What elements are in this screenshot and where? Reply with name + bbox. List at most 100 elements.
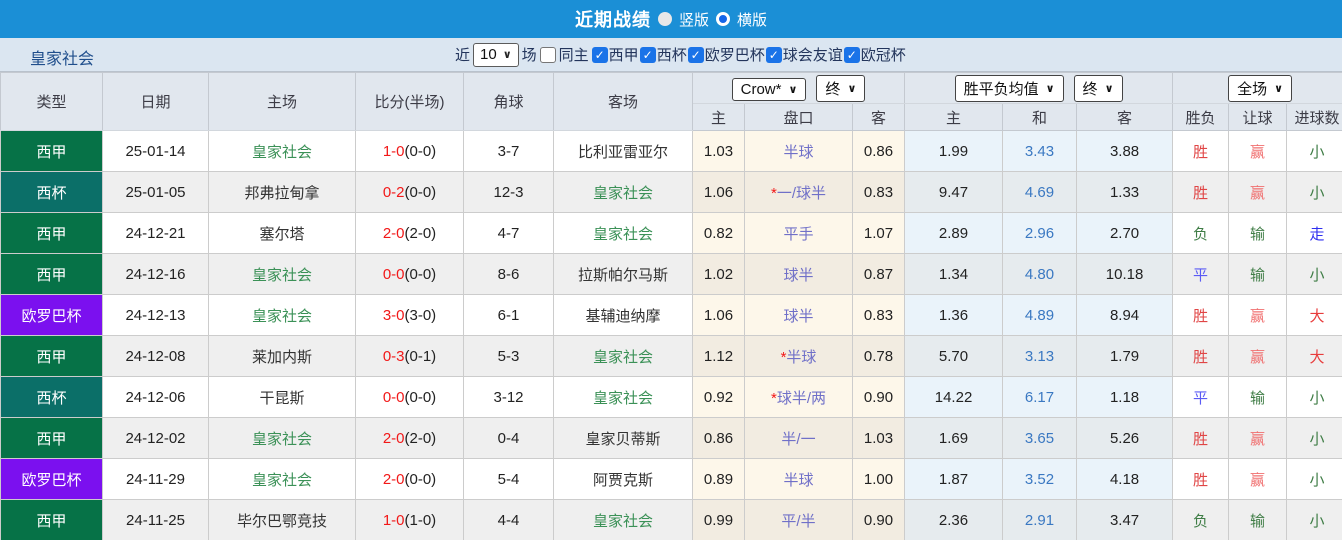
- home-team: 塞尔塔: [208, 212, 356, 254]
- away-team: 皇家社会: [553, 499, 693, 540]
- home-odds: 1.03: [692, 130, 745, 172]
- sub-header-odds-away: 客: [851, 103, 906, 131]
- same-home-checkbox[interactable]: [539, 46, 556, 63]
- league-checkbox[interactable]: ✓: [687, 46, 704, 63]
- away-odds: 1.07: [851, 212, 906, 254]
- league-checkbox[interactable]: ✓: [765, 46, 782, 63]
- away-team: 阿贾克斯: [553, 458, 693, 500]
- avg-draw-odds: 4.69: [1002, 171, 1078, 213]
- handicap-cell: *球半/两: [744, 376, 853, 418]
- chevron-down-icon: ∨: [502, 48, 512, 61]
- result-cell: 平: [1172, 253, 1230, 295]
- avg-home-odds: 1.36: [904, 294, 1004, 336]
- avg-home-odds: 14.22: [904, 376, 1004, 418]
- sub-header-avg-home: 主: [904, 103, 1004, 131]
- goals-result-cell: 大: [1286, 335, 1342, 377]
- league-badge: 欧罗巴杯: [0, 458, 103, 500]
- table-row: 西甲 24-11-25 毕尔巴鄂竞技 1-0(1-0) 4-4 皇家社会 0.99 平/半 0.…: [0, 499, 1342, 540]
- spread-result-cell: 输: [1228, 499, 1288, 540]
- scope-select[interactable]: 全场 ∨: [1228, 74, 1293, 102]
- col-header-date: 日期: [102, 72, 209, 131]
- home-odds: 1.06: [692, 294, 745, 336]
- avg-away-odds: 3.47: [1076, 499, 1174, 540]
- horizontal-layout-radio[interactable]: [716, 12, 730, 26]
- away-odds: 0.83: [851, 171, 906, 213]
- home-odds: 0.99: [692, 499, 745, 540]
- away-odds: 0.87: [851, 253, 906, 295]
- away-team: 皇家社会: [553, 376, 693, 418]
- handicap-cell: 平手: [744, 212, 853, 254]
- score-cell: 0-0(0-0): [355, 376, 464, 418]
- table-row: 西杯 25-01-05 邦弗拉甸拿 0-2(0-0) 12-3 皇家社会 1.06 *一/球半…: [0, 171, 1342, 213]
- avg-away-odds: 5.26: [1076, 417, 1174, 459]
- away-team: 基辅迪纳摩: [553, 294, 693, 336]
- match-date: 24-12-08: [102, 335, 209, 377]
- odds-final-select[interactable]: 终 ∨: [816, 74, 866, 102]
- league-filters: ✓ 西甲 ✓ 西杯 ✓ 欧罗巴杯 ✓ 球会友谊 ✓ 欧冠杯: [591, 44, 906, 65]
- avg-draw-odds: 4.80: [1002, 253, 1078, 295]
- result-cell: 胜: [1172, 458, 1230, 500]
- result-cell: 胜: [1172, 130, 1230, 172]
- league-checkbox[interactable]: ✓: [843, 46, 860, 63]
- league-badge: 西甲: [0, 499, 103, 540]
- spread-result-cell: 赢: [1228, 171, 1288, 213]
- match-date: 24-12-02: [102, 417, 209, 459]
- handicap-cell: 球半: [744, 294, 853, 336]
- avg-draw-odds: 2.91: [1002, 499, 1078, 540]
- goals-result-cell: 小: [1286, 499, 1342, 540]
- result-cell: 胜: [1172, 417, 1230, 459]
- avg-away-odds: 10.18: [1076, 253, 1174, 295]
- handicap-cell: *半球: [744, 335, 853, 377]
- bookmaker-select[interactable]: Crow* ∨: [731, 77, 807, 101]
- avg-final-select[interactable]: 终 ∨: [1073, 74, 1123, 102]
- handicap-cell: 半球: [744, 458, 853, 500]
- away-team: 拉斯帕尔马斯: [553, 253, 693, 295]
- league-checkbox[interactable]: ✓: [639, 46, 656, 63]
- score-cell: 3-0(3-0): [355, 294, 464, 336]
- page-title: 近期战绩: [574, 10, 651, 30]
- team-name: 皇家社会: [30, 51, 95, 68]
- result-cell: 胜: [1172, 335, 1230, 377]
- sub-header-avg-draw: 和: [1002, 103, 1078, 131]
- corner-cell: 4-4: [463, 499, 554, 540]
- avg-odds-select[interactable]: 胜平负均值 ∨: [954, 74, 1064, 102]
- avg-home-odds: 1.69: [904, 417, 1004, 459]
- league-checkbox-label: 西杯: [656, 47, 687, 64]
- away-team: 皇家社会: [553, 171, 693, 213]
- home-team: 邦弗拉甸拿: [208, 171, 356, 213]
- col-header-corner: 角球: [463, 72, 554, 131]
- home-team: 皇家社会: [208, 130, 356, 172]
- table-row: 西甲 24-12-21 塞尔塔 2-0(2-0) 4-7 皇家社会 0.82 平手 1.07 2.…: [0, 212, 1342, 254]
- filter-controls: 近 10 ∨ 场 同主 ✓ 西甲 ✓ 西杯 ✓ 欧罗巴杯 ✓ 球会友谊 ✓ 欧冠杯: [455, 38, 906, 71]
- corner-cell: 8-6: [463, 253, 554, 295]
- match-date: 25-01-14: [102, 130, 209, 172]
- corner-cell: 5-4: [463, 458, 554, 500]
- goals-result-cell: 小: [1286, 130, 1342, 172]
- col-header-score: 比分(半场): [355, 72, 464, 131]
- match-date: 24-12-16: [102, 253, 209, 295]
- avg-group-header: 胜平负均值 ∨ 终 ∨: [904, 72, 1174, 104]
- league-checkbox-label: 球会友谊: [782, 47, 843, 64]
- result-cell: 胜: [1172, 171, 1230, 213]
- corner-cell: 3-12: [463, 376, 554, 418]
- away-team: 皇家社会: [553, 335, 693, 377]
- away-odds: 0.90: [851, 376, 906, 418]
- home-team: 莱加内斯: [208, 335, 356, 377]
- result-cell: 平: [1172, 376, 1230, 418]
- recent-count-select[interactable]: 10 ∨: [473, 42, 519, 67]
- handicap-cell: 平/半: [744, 499, 853, 540]
- league-checkbox[interactable]: ✓: [591, 46, 608, 63]
- goals-result-cell: 走: [1286, 212, 1342, 254]
- score-cell: 2-0(0-0): [355, 458, 464, 500]
- avg-draw-odds: 3.13: [1002, 335, 1078, 377]
- vertical-layout-radio[interactable]: [657, 12, 672, 26]
- spread-result-cell: 输: [1228, 253, 1288, 295]
- goals-result-cell: 小: [1286, 417, 1342, 459]
- chevron-down-icon: ∨: [1045, 82, 1055, 95]
- avg-draw-odds: 4.89: [1002, 294, 1078, 336]
- odds-group-header: Crow* ∨ 终 ∨: [691, 72, 906, 104]
- avg-away-odds: 3.88: [1076, 130, 1174, 172]
- table-row: 西甲 24-12-08 莱加内斯 0-3(0-1) 5-3 皇家社会 1.12 *半球 0.78…: [0, 335, 1342, 377]
- sub-header-odds-home: 主: [692, 103, 745, 131]
- avg-home-odds: 1.34: [904, 253, 1004, 295]
